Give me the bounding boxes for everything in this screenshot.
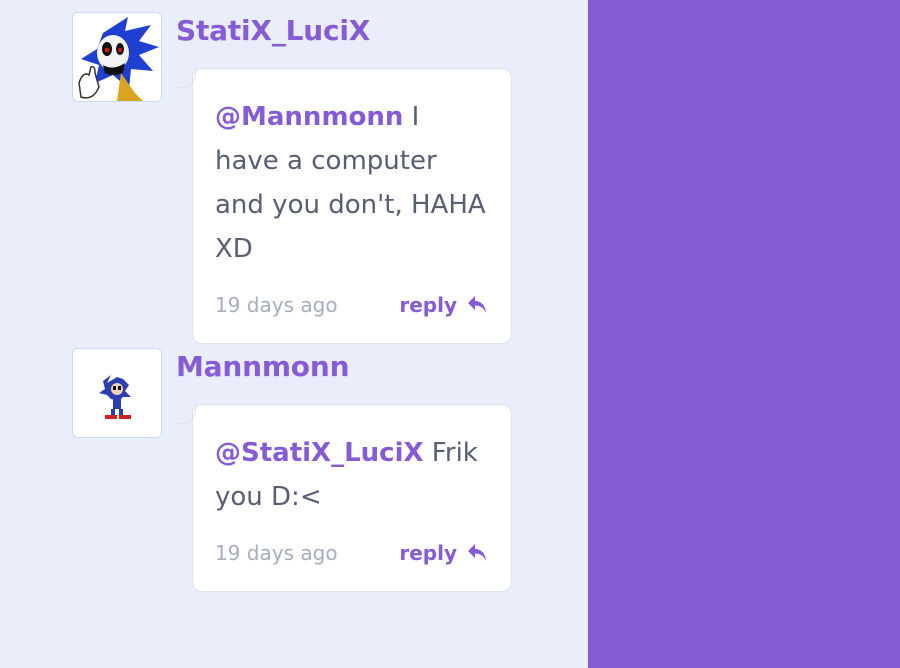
bubble-notch — [175, 67, 196, 88]
reply-arrow-icon — [468, 544, 486, 561]
comment-text: @Mannmonn I have a computer and you don'… — [215, 95, 489, 271]
timestamp: 19 days ago — [215, 293, 338, 317]
right-panel — [588, 0, 900, 668]
sonic-avatar-icon — [73, 13, 161, 101]
sonic-sprite-avatar-icon — [73, 349, 161, 437]
username[interactable]: Mannmonn — [176, 350, 350, 383]
avatar[interactable] — [72, 12, 162, 102]
timestamp: 19 days ago — [215, 541, 338, 565]
comment-footer: 19 days ago reply — [215, 541, 489, 569]
comment-text: @StatiX_LuciX Frik you D:< — [215, 431, 489, 519]
bubble-notch — [175, 403, 196, 424]
reply-arrow-icon — [468, 296, 486, 313]
reply-button[interactable]: reply — [399, 293, 489, 317]
comment-bubble: @StatiX_LuciX Frik you D:< 19 days ago r… — [175, 403, 512, 592]
comment-bubble: @Mannmonn I have a computer and you don'… — [175, 67, 512, 344]
username[interactable]: StatiX_LuciX — [176, 14, 370, 47]
reply-label: reply — [399, 293, 457, 317]
reply-label: reply — [399, 541, 457, 565]
comment-footer: 19 days ago reply — [215, 293, 489, 321]
mention-link[interactable]: @Mannmonn — [215, 102, 403, 132]
mention-link[interactable]: @StatiX_LuciX — [215, 438, 424, 468]
reply-button[interactable]: reply — [399, 541, 489, 565]
avatar[interactable] — [72, 348, 162, 438]
